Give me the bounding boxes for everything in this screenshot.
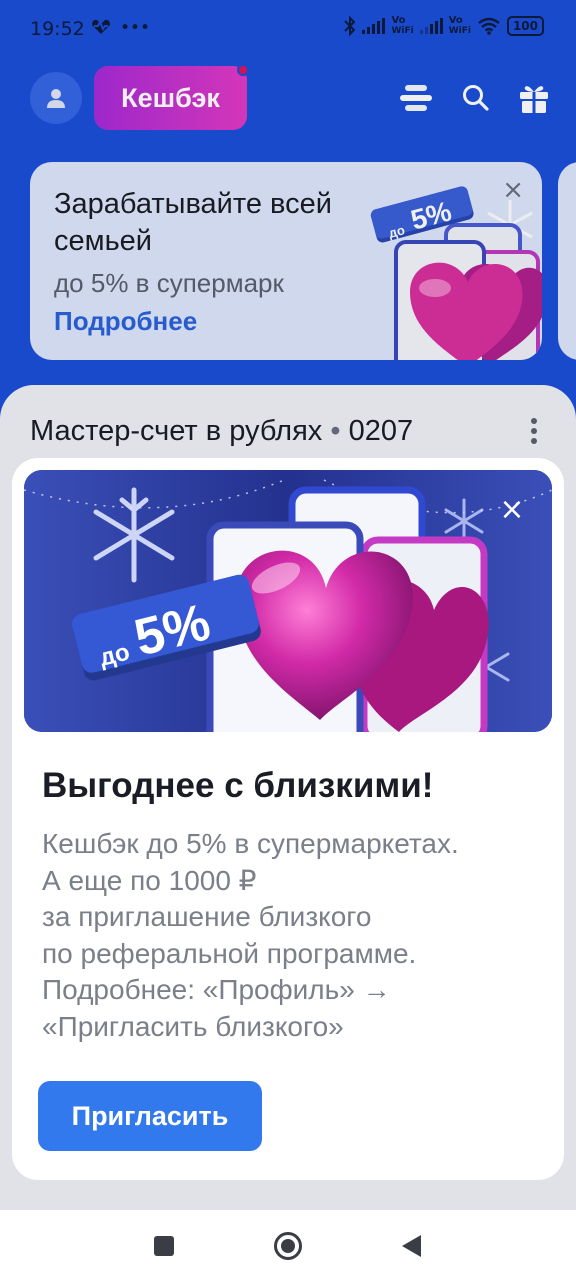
home-button[interactable]: [268, 1226, 308, 1266]
dialog-body-line: Кешбэк до 5% в супермаркетах.: [42, 828, 459, 859]
dialog-body-line: за приглашение близкого: [42, 901, 372, 932]
dialog-body-line: по реферальной программе.: [42, 937, 417, 969]
system-nav-bar: [0, 1210, 576, 1280]
dialog-body-line: Подробнее: «Профиль» →: [42, 974, 391, 1005]
dialog-banner-art: до 5%: [24, 470, 552, 732]
close-icon[interactable]: ×: [492, 490, 532, 530]
dialog-body-line: А еще по 1000 ₽: [42, 864, 257, 896]
square-icon: [154, 1236, 174, 1256]
dialog-body-line: «Пригласить близкого»: [42, 1010, 344, 1042]
invite-button[interactable]: Пригласить: [38, 1081, 262, 1151]
recents-button[interactable]: [144, 1226, 184, 1266]
dialog-title: Выгоднее с близкими!: [42, 766, 434, 805]
back-button[interactable]: [392, 1226, 432, 1266]
invite-family-dialog: до 5% × Выгоднее с близкими! Кешбэк до 5…: [12, 458, 564, 1180]
dialog-banner-image: до 5% ×: [24, 470, 552, 732]
back-triangle-icon: [402, 1235, 421, 1257]
dialog-body: Кешбэк до 5% в супермаркетах. А еще по 1…: [42, 826, 552, 1045]
home-circle-icon: [274, 1232, 302, 1260]
